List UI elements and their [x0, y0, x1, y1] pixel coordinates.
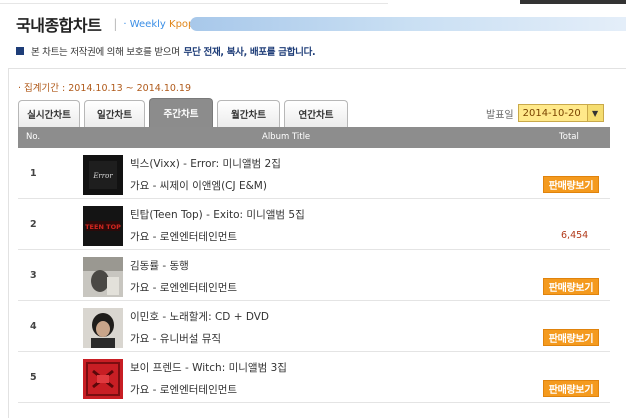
top-divider [0, 0, 388, 4]
title-separator: | [113, 17, 118, 31]
view-sales-button[interactable]: 판매량보기 [543, 278, 599, 295]
header-no: No. [26, 132, 41, 142]
rank-number: 5 [30, 372, 37, 383]
table-row: 2 TEEN TOP 틴탑(Teen Top) - Exito: 미니앨범 5집… [18, 199, 610, 250]
tab-weekly[interactable]: 주간차트 [149, 98, 213, 127]
genre-label: 가요 - 씨제이 이앤엠(CJ E&M) [130, 180, 267, 192]
table-header: No. Album Title Total [18, 127, 610, 148]
release-date-label: 발표일 [486, 109, 514, 121]
notice-emphasis: 무단 전재, 복사, 배포를 금합니다. [183, 47, 316, 58]
tab-realtime[interactable]: 실시간차트 [18, 100, 80, 127]
tab-daily[interactable]: 일간차트 [84, 100, 145, 127]
rank-number: 3 [30, 270, 37, 281]
page-subtitle: · Weekly Kpop [123, 19, 194, 30]
top-dark-bar [520, 0, 626, 4]
song-title-link[interactable]: 빅스(Vixx) - Error: 미니앨범 2집 [130, 156, 281, 171]
tab-monthly[interactable]: 월간차트 [217, 100, 280, 127]
song-title-link[interactable]: 보이 프렌드 - Witch: 미니앨범 3집 [130, 360, 287, 375]
view-sales-button[interactable]: 판매량보기 [543, 329, 599, 346]
copyright-notice: 본 차트는 저작권에 의해 보호를 받으며 무단 전재, 복사, 배포를 금합니… [16, 44, 316, 58]
chart-table: 1 Error 빅스(Vixx) - Error: 미니앨범 2집 가요 - 씨… [18, 148, 610, 403]
genre-label: 가요 - 로엔엔터테인먼트 [130, 231, 238, 243]
album-cover-teentop[interactable]: TEEN TOP [83, 206, 123, 246]
song-title-link[interactable]: 틴탑(Teen Top) - Exito: 미니앨범 5집 [130, 207, 305, 222]
song-title-link[interactable]: 김동률 - 동행 [130, 258, 189, 273]
square-bullet-icon [16, 47, 24, 55]
song-title-link[interactable]: 이민호 - 노래할게: CD + DVD [130, 309, 269, 324]
rank-number: 4 [30, 321, 37, 332]
page-title: 국내종합차트 [16, 16, 102, 35]
header-album-title: Album Title [262, 132, 311, 142]
tab-yearly[interactable]: 연간차트 [284, 100, 348, 127]
chart-tabs: 실시간차트 일간차트 주간차트 월간차트 연간차트 [18, 98, 352, 127]
album-cover-leeminho[interactable] [83, 308, 123, 348]
cover-teentop-text: TEEN TOP [85, 223, 121, 231]
aggregation-period: · 집계기간 : 2014.10.13 ~ 2014.10.19 [18, 83, 192, 94]
release-date-select[interactable]: 2014-10-20 ▼ [517, 104, 604, 122]
table-row: 1 Error 빅스(Vixx) - Error: 미니앨범 2집 가요 - 씨… [18, 148, 610, 199]
header-total: Total [559, 132, 579, 142]
release-date-value: 2014-10-20 [522, 107, 581, 119]
genre-label: 가요 - 로엔엔터테인먼트 [130, 282, 238, 294]
table-row: 4 이민호 - 노래할게: CD + DVD 가요 - 유니버설 뮤직 판매량보… [18, 301, 610, 352]
table-row: 3 김동률 - 동행 가요 - 로엔엔터테인먼트 판매량보기 [18, 250, 610, 301]
chevron-down-icon[interactable]: ▼ [586, 105, 603, 121]
release-date: 발표일 2014-10-20 ▼ [486, 104, 604, 122]
rank-number: 2 [30, 219, 37, 230]
title-decoration-bar [190, 17, 626, 31]
genre-label: 가요 - 로엔엔터테인먼트 [130, 384, 238, 396]
cover-error-text: Error [92, 172, 113, 180]
view-sales-button[interactable]: 판매량보기 [543, 176, 599, 193]
subtitle-prefix: · Weekly [123, 18, 170, 30]
album-cover-kimdongryul[interactable] [83, 257, 123, 297]
sales-total: 6,454 [561, 230, 589, 241]
notice-text: 본 차트는 저작권에 의해 보호를 받으며 [31, 47, 180, 58]
view-sales-button[interactable]: 판매량보기 [543, 380, 599, 397]
genre-label: 가요 - 유니버설 뮤직 [130, 333, 222, 345]
album-cover-vixx[interactable]: Error [83, 155, 123, 195]
page-header: 국내종합차트 | · Weekly Kpop [16, 12, 194, 36]
table-row: 5 보이 프렌드 - Witch: 미니앨범 3집 가요 - 로엔엔터테인먼트 … [18, 352, 610, 403]
album-cover-boyfriend[interactable] [83, 359, 123, 399]
rank-number: 1 [30, 168, 37, 179]
